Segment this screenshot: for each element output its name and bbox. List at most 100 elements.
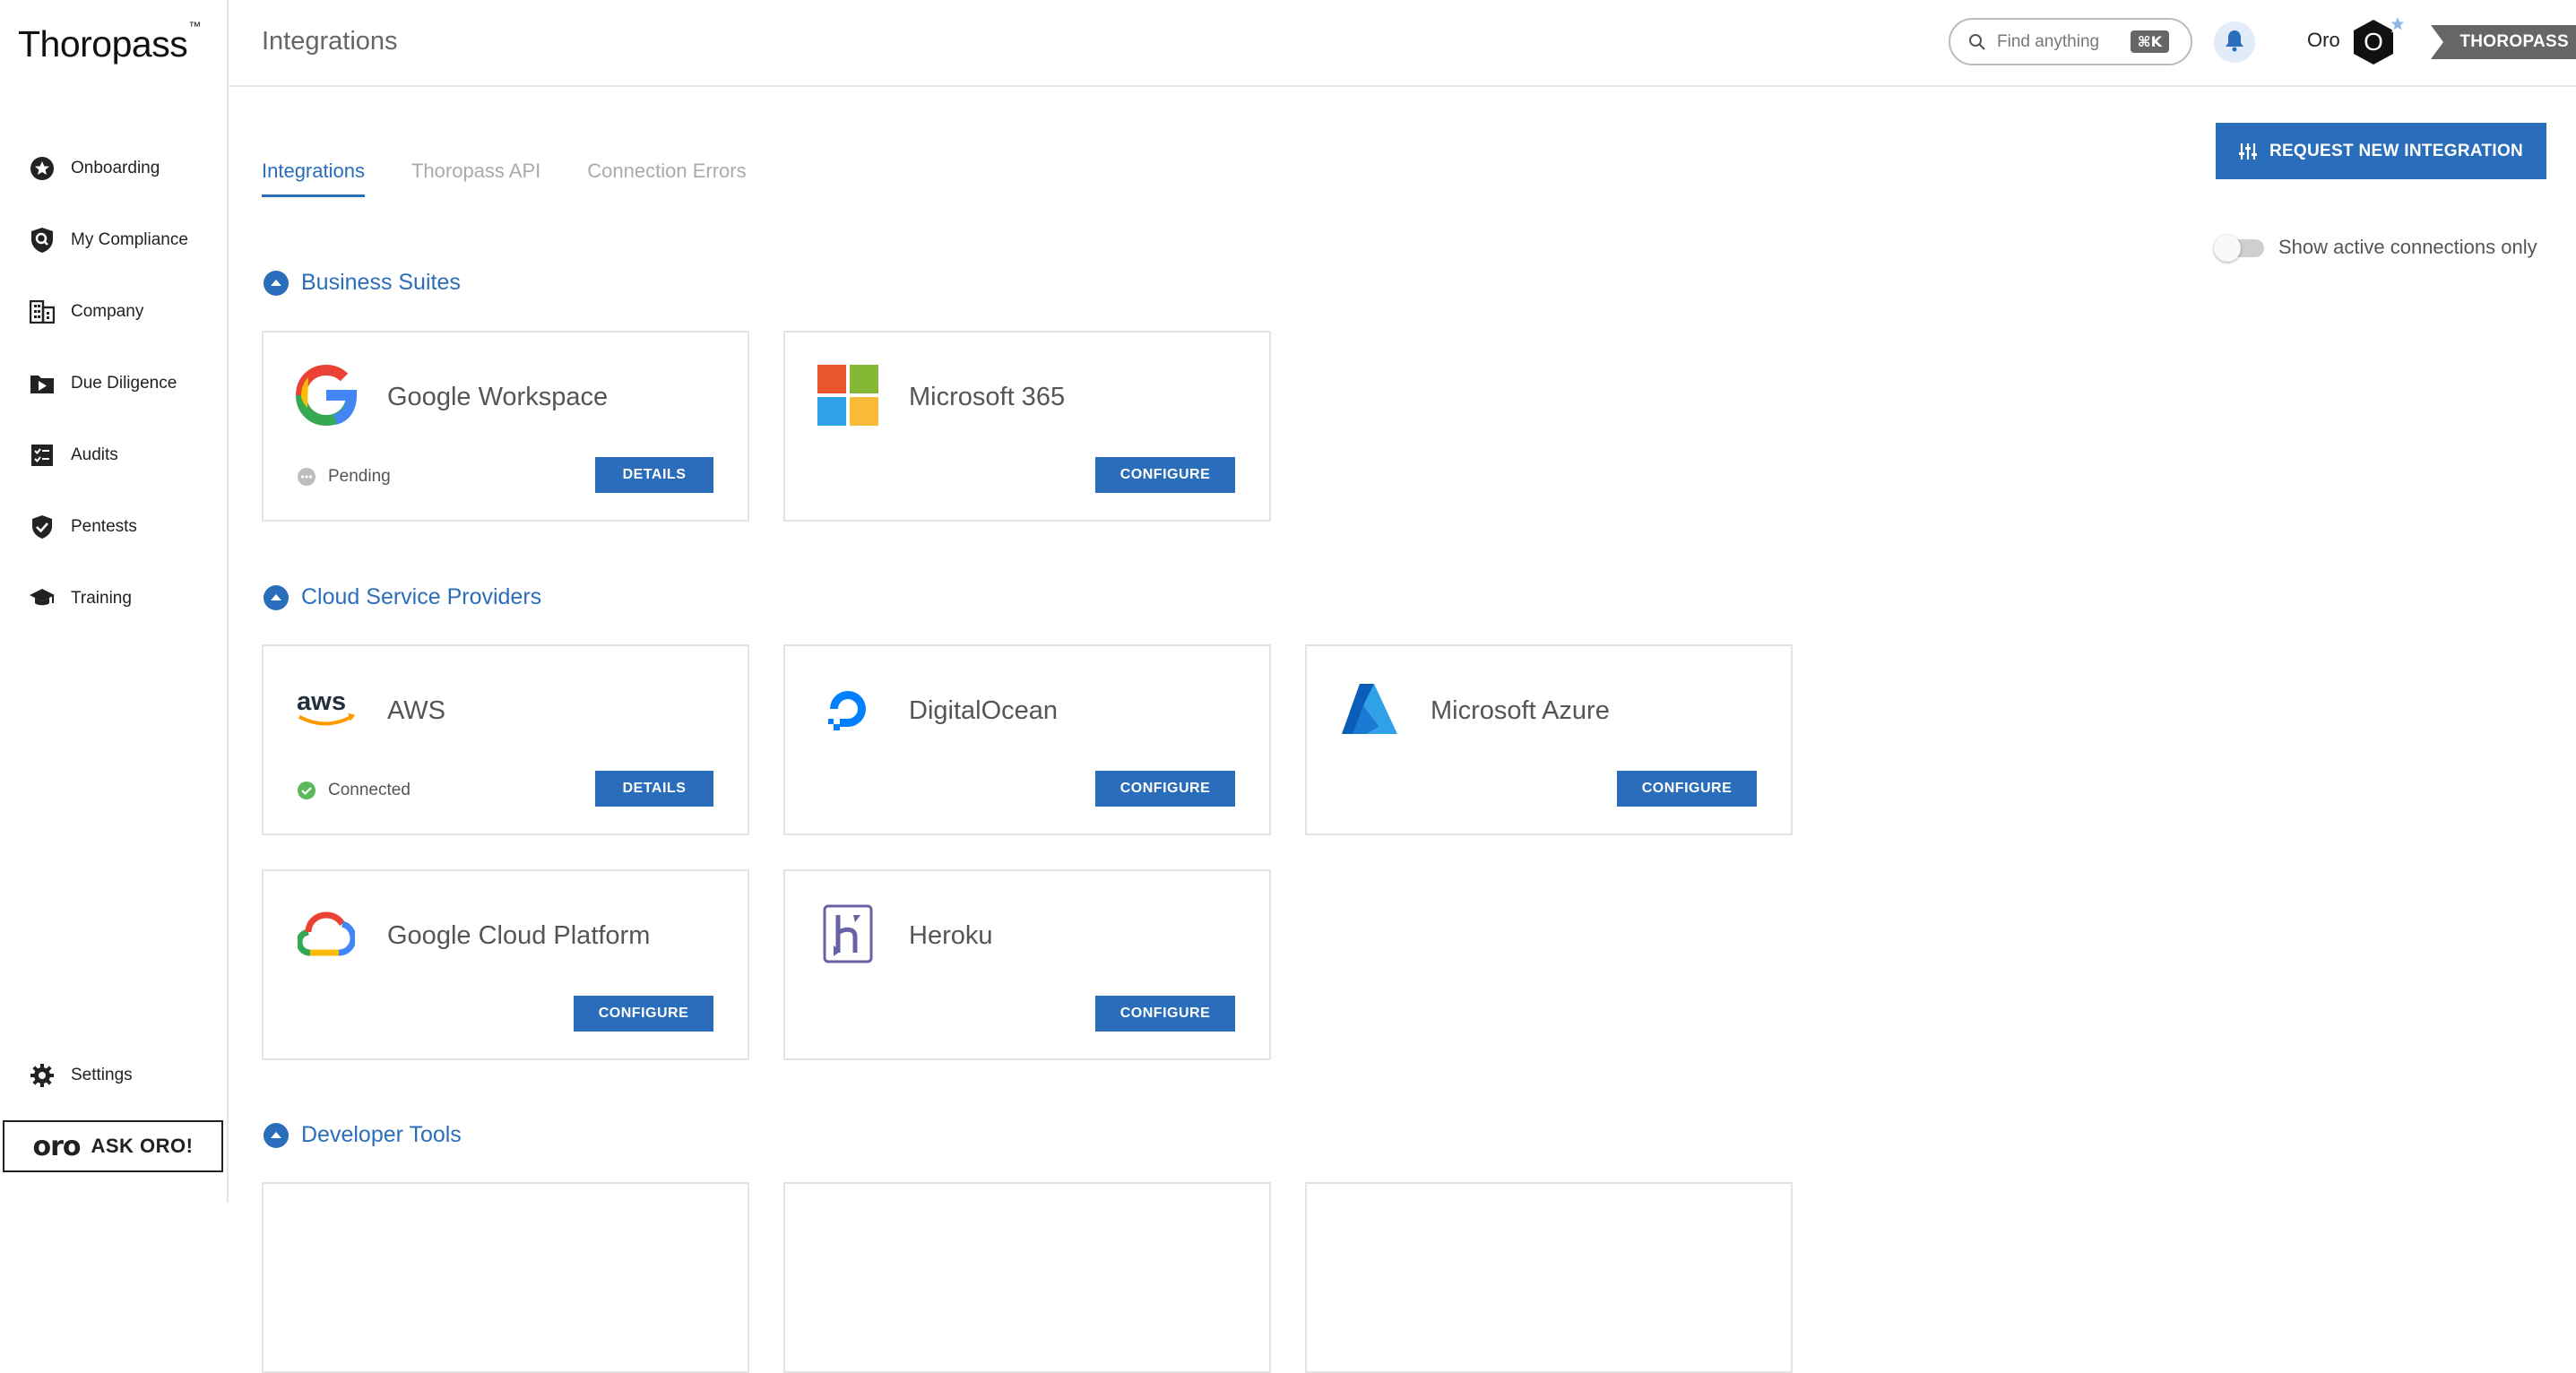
sidebar-item-label: Onboarding [71,159,160,177]
active-connections-filter: Show active connections only [2214,233,2537,262]
configure-button[interactable]: CONFIGURE [1095,771,1235,807]
integration-card-heroku: Heroku CONFIGURE [783,869,1271,1060]
integration-card-placeholder [262,1182,749,1373]
sidebar-item-label: My Compliance [71,230,188,249]
svg-text:aws: aws [297,687,346,716]
ask-oro-button[interactable]: oro ASK ORO! [3,1120,223,1172]
integration-name: Google Cloud Platform [387,921,651,950]
sidebar-item-label: Due Diligence [71,374,177,393]
graduation-cap-icon [29,585,56,612]
check-circle-icon [298,781,316,799]
notifications-button[interactable] [2214,22,2255,63]
request-new-integration-label: REQUEST NEW INTEGRATION [2269,141,2524,160]
sidebar-item-onboarding[interactable]: Onboarding [0,133,228,204]
integration-card-aws: aws AWS Connected DETAILS [262,644,749,835]
org-badge[interactable]: THOROPASS [2431,25,2576,59]
page-title: Integrations [262,27,398,56]
search-box[interactable]: ⌘K [1949,18,2192,65]
chevron-up-icon [264,1122,289,1148]
sidebar-item-label: Audits [71,445,118,464]
integration-card-digitalocean: DigitalOcean CONFIGURE [783,644,1271,835]
sidebar-item-label: Pentests [71,517,137,536]
oro-logo: oro [32,1130,81,1162]
logo-text: Thoropass [18,23,188,65]
status-badge: Pending [298,467,391,487]
azure-logo-icon [1339,678,1400,739]
shield-check-icon [29,514,56,540]
folder-arrow-icon [29,370,56,397]
sidebar-item-due-diligence[interactable]: Due Diligence [0,348,228,419]
search-shortcut-badge: ⌘K [2130,30,2169,53]
status-text: Pending [328,467,391,486]
tab-connection-errors[interactable]: Connection Errors [587,160,746,197]
configure-button[interactable]: CONFIGURE [1617,771,1757,807]
chevron-up-icon [264,270,289,296]
top-bar: Integrations ⌘K Oro O THOROPASS [229,0,2576,87]
active-connections-label: Show active connections only [2278,236,2537,258]
heroku-logo-icon [817,903,878,964]
sidebar-item-training[interactable]: Training [0,563,228,635]
sidebar-item-my-compliance[interactable]: My Compliance [0,204,228,276]
sidebar-item-company[interactable]: Company [0,276,228,348]
integration-name: Microsoft 365 [909,383,1066,411]
section-title: Cloud Service Providers [301,584,542,609]
integration-card-placeholder [783,1182,1271,1373]
section-title: Business Suites [301,270,461,295]
sidebar-nav: Onboarding My Compliance Company Due Dil… [0,133,228,635]
integration-card-microsoft-365: Microsoft 365 CONFIGURE [783,331,1271,522]
digitalocean-logo-icon [817,678,878,739]
request-new-integration-button[interactable]: REQUEST NEW INTEGRATION [2216,123,2546,179]
integration-card-google-workspace: Google Workspace Pending DETAILS [262,331,749,522]
aws-logo-icon: aws [296,678,357,739]
chevron-up-icon [264,584,289,610]
details-button[interactable]: DETAILS [595,457,713,493]
checklist-icon [29,442,56,469]
integration-card-microsoft-azure: Microsoft Azure CONFIGURE [1305,644,1793,835]
thoropass-logo[interactable]: Thoropass™ [18,19,201,65]
logo-trademark: ™ [188,19,201,34]
pending-icon [298,468,316,486]
tab-bar: Integrations Thoropass API Connection Er… [262,160,793,197]
section-header-cloud-service-providers[interactable]: Cloud Service Providers [264,584,541,610]
status-text: Connected [328,781,411,799]
section-header-business-suites[interactable]: Business Suites [264,270,461,296]
status-badge: Connected [298,781,411,800]
integration-name: Heroku [909,921,993,950]
section-title: Developer Tools [301,1122,462,1147]
configure-button[interactable]: CONFIGURE [574,996,713,1032]
avatar-initial: O [2364,28,2383,56]
sidebar-item-audits[interactable]: Audits [0,419,228,491]
configure-button[interactable]: CONFIGURE [1095,457,1235,493]
microsoft-logo-icon [817,365,878,426]
user-name: Oro [2307,29,2340,51]
google-cloud-logo-icon [296,903,357,964]
integration-name: DigitalOcean [909,696,1059,725]
ask-oro-label: ASK ORO! [91,1135,194,1157]
integration-card-google-cloud-platform: Google Cloud Platform CONFIGURE [262,869,749,1060]
tab-thoropass-api[interactable]: Thoropass API [411,160,540,197]
sidebar-item-label: Training [71,589,132,608]
shield-search-icon [29,227,56,254]
google-logo-icon [296,365,357,426]
search-icon [1968,32,1988,52]
integration-name: AWS [387,696,445,725]
integration-name: Microsoft Azure [1431,696,1610,725]
configure-button[interactable]: CONFIGURE [1095,996,1235,1032]
section-header-developer-tools[interactable]: Developer Tools [264,1122,462,1148]
sliders-icon [2238,142,2257,160]
bell-icon [2224,29,2245,56]
star-badge-icon [29,155,56,182]
search-input[interactable] [1995,30,2130,53]
avatar[interactable]: O [2348,13,2407,72]
active-connections-toggle[interactable] [2214,233,2269,262]
settings-label: Settings [71,1066,133,1084]
gear-icon [29,1062,56,1089]
sidebar-item-pentests[interactable]: Pentests [0,491,228,563]
tab-integrations[interactable]: Integrations [262,160,365,197]
details-button[interactable]: DETAILS [595,771,713,807]
integration-name: Google Workspace [387,383,609,411]
building-icon [29,298,56,325]
sidebar-item-settings[interactable]: Settings [0,1040,228,1111]
sidebar: Thoropass™ Onboarding My Compliance Comp… [0,0,229,1203]
integration-card-placeholder [1305,1182,1793,1373]
